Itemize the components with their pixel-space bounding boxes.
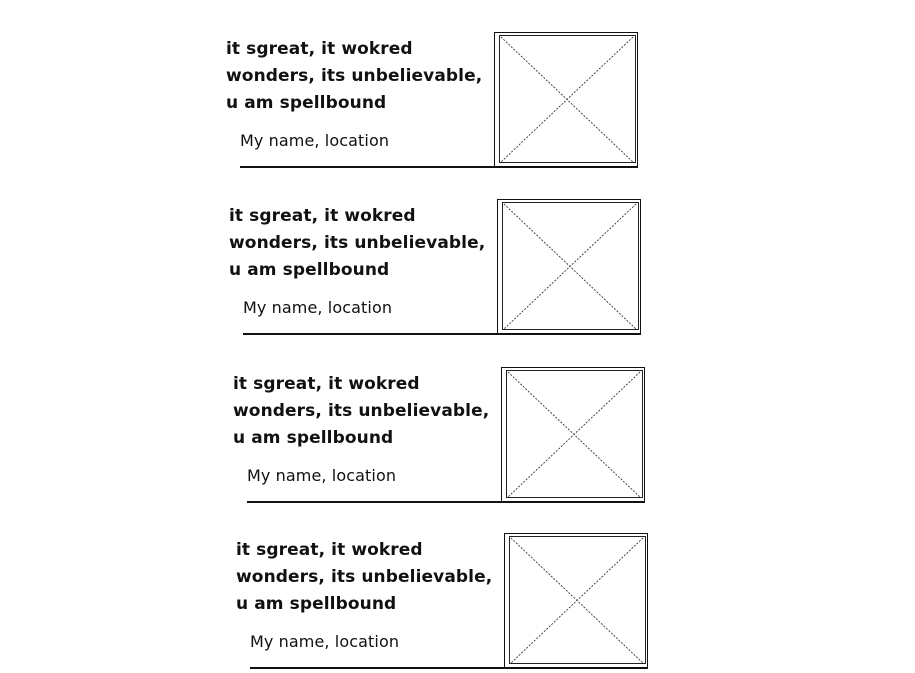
testimonial-quote: it sgreat, it wokred wonders, its unbeli… (226, 36, 496, 117)
quote-line: u am spellbound (229, 260, 390, 280)
quote-line: wonders, its unbelievable, (233, 401, 490, 421)
quote-line: wonders, its unbelievable, (236, 567, 493, 587)
testimonial-quote: it sgreat, it wokred wonders, its unbeli… (233, 371, 503, 452)
placeholder-cross (510, 537, 644, 664)
quote-line: wonders, its unbelievable, (229, 233, 486, 253)
testimonial-author: My name, location (247, 466, 397, 485)
image-placeholder-icon (504, 533, 648, 668)
quote-line: u am spellbound (226, 93, 387, 113)
quote-line: it sgreat, it wokred (233, 374, 420, 394)
quote-line: wonders, its unbelievable, (226, 66, 483, 86)
placeholder-cross (500, 36, 634, 163)
testimonial-card: it sgreat, it wokred wonders, its unbeli… (226, 32, 656, 172)
testimonial-author: My name, location (250, 632, 400, 651)
image-placeholder-icon (494, 32, 638, 167)
quote-line: it sgreat, it wokred (229, 206, 416, 226)
quote-line: it sgreat, it wokred (236, 540, 423, 560)
testimonial-card: it sgreat, it wokred wonders, its unbeli… (233, 367, 663, 507)
image-placeholder-icon (501, 367, 645, 502)
testimonial-quote: it sgreat, it wokred wonders, its unbeli… (229, 203, 499, 284)
quote-line: u am spellbound (236, 594, 397, 614)
quote-line: it sgreat, it wokred (226, 39, 413, 59)
testimonial-author: My name, location (243, 298, 393, 317)
testimonial-card: it sgreat, it wokred wonders, its unbeli… (236, 533, 666, 673)
image-placeholder-icon (497, 199, 641, 334)
placeholder-cross (507, 371, 641, 498)
quote-line: u am spellbound (233, 428, 394, 448)
testimonial-author: My name, location (240, 131, 390, 150)
placeholder-cross (503, 203, 637, 330)
testimonial-card: it sgreat, it wokred wonders, its unbeli… (229, 199, 659, 339)
testimonial-quote: it sgreat, it wokred wonders, its unbeli… (236, 537, 506, 618)
